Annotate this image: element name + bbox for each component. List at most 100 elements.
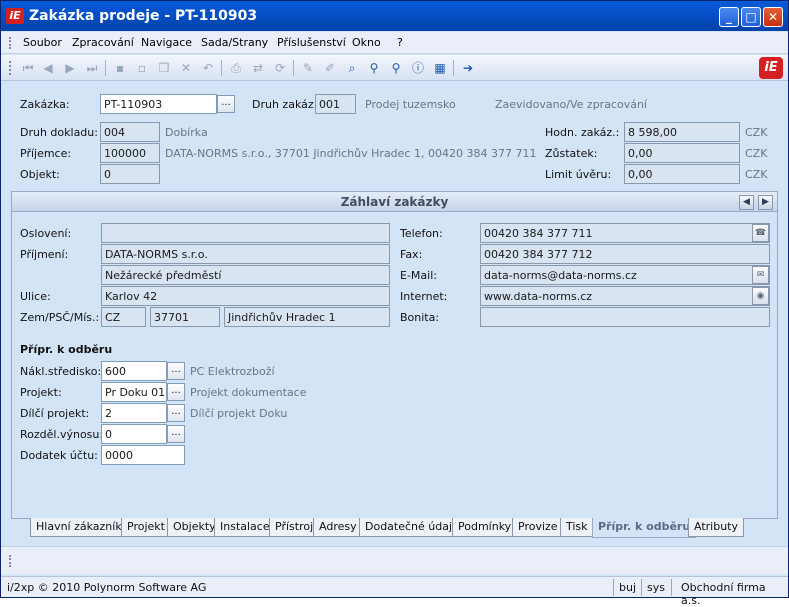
rozdel-vynosu-input[interactable]: 0 [101,424,167,444]
objekt-label: Objekt: [20,168,60,181]
save-icon[interactable]: ▪ [111,59,129,77]
menu-sada-strany[interactable]: Sada/Strany [201,36,268,49]
rozdel-browse-button[interactable]: ... [167,425,185,443]
lower-grip-icon [9,555,11,567]
projekt-desc: Projekt dokumentace [190,386,307,399]
status-text: Zaevidovano/Ve zpracování [495,98,647,111]
edit2-icon[interactable]: ✐ [321,59,339,77]
next-record-icon[interactable]: ▶ [61,59,79,77]
email-label: E-Mail: [400,269,437,282]
tab-instalace[interactable]: Instalace [214,518,276,537]
menu-help[interactable]: ? [397,36,403,49]
tab-pristroj[interactable]: Přístroj [269,518,320,537]
dilci-browse-button[interactable]: ... [167,404,185,422]
panel-prev-icon[interactable]: ◀ [739,195,754,210]
nakl-stredisko-input[interactable]: 600 [101,361,167,381]
app-logo-icon: iE [6,8,24,24]
status-user: buj [619,581,637,594]
zem-value: CZ [101,307,146,327]
close-button[interactable]: ✕ [763,7,783,27]
tab-pripr-k-odberu[interactable]: Přípr. k odběru [592,518,697,538]
edit-icon[interactable]: ✎ [299,59,317,77]
tab-projekt[interactable]: Projekt [121,518,171,537]
first-record-icon[interactable]: ⏮ [19,59,37,77]
panel-next-icon[interactable]: ▶ [758,195,773,210]
send-email-icon[interactable]: ✉ [752,266,769,284]
projekt-browse-button[interactable]: ... [167,383,185,401]
dilci-projekt-input[interactable]: 2 [101,403,167,423]
export-icon[interactable]: ⇄ [249,59,267,77]
section-title: Přípr. k odběru [20,343,113,356]
prijemce-value: 100000 [100,143,160,163]
tab-tisk[interactable]: Tisk [560,518,594,537]
new-icon[interactable]: ▫ [133,59,151,77]
telefon-value: 00420 384 377 711 [480,223,770,243]
maximize-button[interactable]: □ [741,7,761,27]
zustatek-value: 0,00 [624,143,740,163]
copy-icon[interactable]: ❐ [155,59,173,77]
zem-psc-label: Zem/PSČ/Mís.: [20,311,100,324]
tab-atributy[interactable]: Atributy [688,518,744,537]
info-icon[interactable]: ⓘ [409,59,427,77]
fax-value: 00420 384 377 712 [480,244,770,264]
undo-icon[interactable]: ↶ [199,59,217,77]
menu-zpracovani[interactable]: Zpracování [72,36,134,49]
menu-navigace[interactable]: Navigace [141,36,192,49]
ulice-label: Ulice: [20,290,51,303]
grid-icon[interactable]: ▦ [431,59,449,77]
zustatek-label: Zůstatek: [545,147,598,160]
menu-prislusenstvi[interactable]: Příslušenství [277,36,346,49]
hodn-zakaz-value: 8 598,00 [624,122,740,142]
delete-icon[interactable]: ✕ [177,59,195,77]
window-title: Zakázka prodeje - PT-110903 [29,8,258,24]
zoom-icon[interactable]: ⚲ [365,59,383,77]
projekt-label: Projekt: [20,386,62,399]
tab-podminky[interactable]: Podmínky [452,518,518,537]
status-company: Obchodní firma a.s. [681,581,766,607]
currency-3: CZK [745,168,768,181]
nakl-stredisko-label: Nákl.středisko: [20,365,102,378]
prijemce-label: Příjemce: [20,147,72,160]
tab-hlavni-zakaznik[interactable]: Hlavní zákazník [30,518,128,537]
nakl-desc: PC Elektrozboží [190,365,275,378]
application-window: iE Zakázka prodeje - PT-110903 _ □ ✕ Sou… [0,0,789,607]
hodn-zakaz-label: Hodn. zakáz.: [545,126,620,139]
brand-logo-icon: iE [759,57,783,79]
filter-icon[interactable]: ⚲ [387,59,405,77]
prev-record-icon[interactable]: ◀ [39,59,57,77]
prijemce-desc: DATA-NORMS s.r.o., 37701 Jindřichův Hrad… [165,147,537,160]
goto-icon[interactable]: ➔ [459,59,477,77]
refresh-icon[interactable]: ⟳ [271,59,289,77]
tab-dodatecne-udaje[interactable]: Dodatečné údaje [359,518,465,537]
bonita-label: Bonita: [400,311,440,324]
psc-value: 37701 [150,307,220,327]
status-copyright: i/2xp © 2010 Polynorm Software AG [7,581,207,594]
projekt-input[interactable]: Pr Doku 01 [101,382,167,402]
last-record-icon[interactable]: ⏭ [83,59,101,77]
limit-value: 0,00 [624,164,740,184]
search-icon[interactable]: ⌕ [343,59,361,77]
open-web-icon[interactable]: ◉ [752,287,769,305]
druh-zakaz-label: Druh zakáz.: [252,98,321,111]
nakl-browse-button[interactable]: ... [167,362,185,380]
menu-bar: Soubor Zpracování Navigace Sada/Strany P… [1,32,788,54]
tab-adresy[interactable]: Adresy [313,518,363,537]
status-db: sys [647,581,665,594]
print-icon[interactable]: ⎙ [227,59,245,77]
prijmeni-value-2: Nežárecké předměstí [101,265,390,285]
tab-provize[interactable]: Provize [512,518,564,537]
dilci-projekt-label: Dílčí projekt: [20,407,90,420]
dodatek-uctu-label: Dodatek účtu: [20,449,98,462]
druh-zakaz-value: 001 [315,94,356,114]
phone-dial-icon[interactable]: ☎ [752,224,769,242]
menu-soubor[interactable]: Soubor [23,36,62,49]
druh-dokladu-label: Druh dokladu: [20,126,98,139]
rozdel-vynosu-label: Rozděl.výnosu: [20,428,104,441]
zakazka-input[interactable]: PT-110903 [100,94,217,114]
dodatek-uctu-input[interactable]: 0000 [101,445,185,465]
zakazka-browse-button[interactable]: ... [217,95,235,113]
limit-label: Limit úvěru: [545,168,612,181]
bonita-value [480,307,770,327]
minimize-button[interactable]: _ [719,7,739,27]
menu-okno[interactable]: Okno [352,36,381,49]
